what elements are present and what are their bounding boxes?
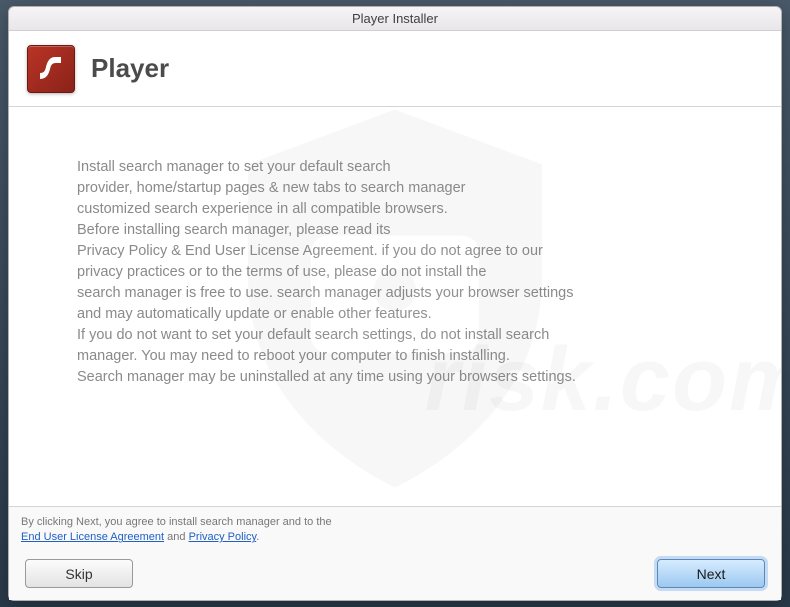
header-title: Player: [91, 53, 169, 84]
disclaimer-text: By clicking Next, you agree to install s…: [21, 515, 332, 546]
body-text: Install search manager to set your defau…: [77, 157, 721, 388]
eula-link[interactable]: End User License Agreement: [21, 531, 164, 543]
window-title: Player Installer: [352, 11, 438, 26]
body-line: Install search manager to set your defau…: [77, 157, 721, 178]
body-line: Search manager may be uninstalled at any…: [77, 367, 721, 388]
titlebar: Player Installer: [9, 7, 781, 31]
body-line: privacy practices or to the terms of use…: [77, 262, 721, 283]
skip-button[interactable]: Skip: [25, 559, 133, 588]
body-line: and may automatically update or enable o…: [77, 304, 721, 325]
body-line: manager. You may need to reboot your com…: [77, 346, 721, 367]
body-line: If you do not want to set your default s…: [77, 325, 721, 346]
disclaimer-conjunction: and: [164, 531, 188, 543]
disclaimer-prefix: By clicking Next, you agree to install s…: [21, 516, 332, 528]
body-line: search manager is free to use. search ma…: [77, 283, 721, 304]
footer: By clicking Next, you agree to install s…: [9, 506, 781, 600]
body-line: provider, home/startup pages & new tabs …: [77, 178, 721, 199]
disclaimer-period: .: [256, 531, 259, 543]
body-line: Privacy Policy & End User License Agreem…: [77, 241, 721, 262]
header: Player: [9, 31, 781, 107]
body-line: customized search experience in all comp…: [77, 199, 721, 220]
next-button[interactable]: Next: [657, 559, 765, 588]
flash-player-icon: [27, 45, 75, 93]
privacy-policy-link[interactable]: Privacy Policy: [189, 531, 257, 543]
installer-window: Player Installer Player risk.com Install…: [8, 6, 782, 601]
body-line: Before installing search manager, please…: [77, 220, 721, 241]
body-area: risk.com Install search manager to set y…: [9, 107, 781, 506]
